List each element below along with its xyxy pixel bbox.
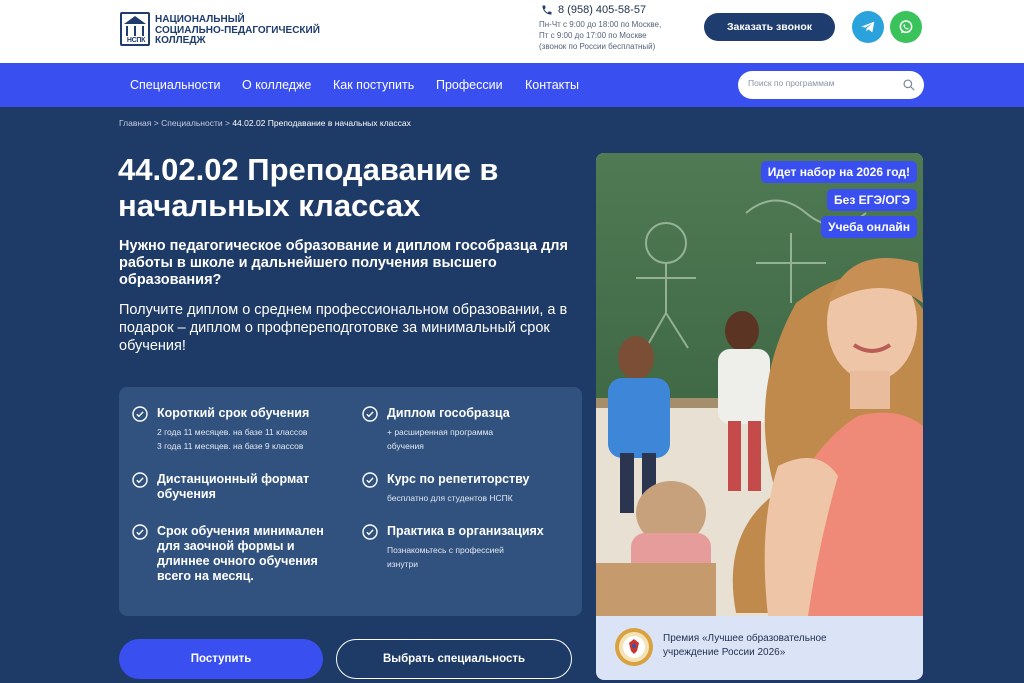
breadcrumb-home[interactable]: Главная — [119, 118, 151, 128]
breadcrumb-separator: > — [153, 118, 159, 128]
check-circle-icon — [362, 406, 378, 422]
phone-icon — [542, 5, 552, 15]
logo-abbr: НСПК — [126, 37, 146, 44]
award-emblem-icon — [615, 628, 653, 666]
check-circle-icon — [132, 524, 148, 540]
logo-roof — [124, 16, 146, 24]
no-exam-badge: Без ЕГЭ/ОГЭ — [827, 189, 917, 211]
college-name-line-1: Национальный — [155, 14, 245, 25]
apply-button[interactable]: Поступить — [119, 639, 323, 679]
hero-photo: Идет набор на 2026 год! Без ЕГЭ/ОГЭ Учеб… — [596, 153, 923, 616]
page-title-line-1: 44.02.02 Преподавание в — [118, 152, 499, 187]
page-subtitle: Нужно педагогическое образование и дипло… — [119, 238, 568, 288]
feature-desc: 2 года 11 месяцев. на базе 11 классов — [157, 427, 308, 437]
feature-desc: + расширенная программа — [387, 427, 494, 437]
feature-desc: 3 года 11 месяцев. на базе 9 классов — [157, 441, 304, 451]
features-panel: Короткий срок обучения 2 года 11 месяцев… — [119, 387, 582, 616]
feature-title: Практика в организациях — [387, 524, 544, 538]
check-circle-icon — [362, 472, 378, 488]
nav-item-admission[interactable]: Как поступить — [333, 78, 414, 92]
feature-desc: обучения — [387, 441, 424, 451]
nav-item-about[interactable]: О колледже — [242, 78, 311, 92]
college-name-line-3: колледж — [155, 35, 206, 46]
feature-desc: бесплатно для студентов НСПК — [387, 493, 513, 503]
hours-line-1: Пн-Чт с 9:00 до 18:00 по Москве, — [539, 20, 662, 29]
award-text: Премия «Лучшее образовательное учреждени… — [663, 632, 913, 660]
page-title: 44.02.02 Преподавание в начальных класса… — [118, 152, 588, 224]
enrollment-badge: Идет набор на 2026 год! — [760, 161, 917, 183]
feature-title: Срок обучения минимален для заочной форм… — [157, 524, 324, 583]
nav-item-professions[interactable]: Профессии — [436, 78, 503, 92]
telegram-button[interactable] — [852, 11, 884, 43]
page-lead: Получите диплом о среднем профессиональн… — [119, 302, 568, 354]
online-study-badge: Учеба онлайн — [821, 216, 917, 238]
check-circle-icon — [132, 472, 148, 488]
breadcrumb-current: 44.02.02 Преподавание в начальных класса… — [232, 118, 411, 128]
working-hours: Пн-Чт с 9:00 до 18:00 по Москве, Пт с 9:… — [539, 19, 661, 52]
feature-title: Курс по репетиторству — [387, 472, 530, 486]
choose-specialty-button[interactable]: Выбрать специальность — [336, 639, 572, 679]
page-title-line-2: начальных классах — [118, 188, 421, 223]
breadcrumb: Главная > Специальности > 44.02.02 Препо… — [119, 118, 411, 128]
callback-button[interactable]: Заказать звонок — [704, 13, 835, 41]
whatsapp-icon — [899, 20, 913, 34]
top-header: НСПК Национальный социально-педагогическ… — [0, 0, 1024, 63]
check-circle-icon — [362, 524, 378, 540]
award-line-2: учреждение России 2026» — [663, 647, 786, 658]
award-block: Премия «Лучшее образовательное учреждени… — [596, 616, 923, 680]
search-input[interactable] — [748, 78, 898, 88]
feature-title: Диплом гособразца — [387, 406, 510, 420]
phone-number[interactable]: 8 (958) 405-58-57 — [558, 4, 646, 16]
telegram-icon — [861, 21, 875, 33]
feature-desc: Познакомьтесь с профессией — [387, 545, 504, 555]
feature-title: Дистанционный формат обучения — [157, 472, 310, 501]
feature-title: Короткий срок обучения — [157, 406, 310, 420]
hours-line-2: Пт с 9:00 до 17:00 по Москве — [539, 31, 647, 40]
college-logo[interactable]: НСПК — [120, 12, 150, 46]
breadcrumb-separator: > — [224, 118, 230, 128]
hours-line-3: (звонок по России бесплатный) — [539, 42, 656, 51]
nav-item-contacts[interactable]: Контакты — [525, 78, 579, 92]
nav-item-specialties[interactable]: Специальности — [130, 78, 220, 92]
award-line-1: Премия «Лучшее образовательное — [663, 633, 827, 644]
college-name[interactable]: Национальный социально-педагогический ко… — [155, 14, 320, 47]
feature-desc: изнутри — [387, 559, 418, 569]
breadcrumb-specialties[interactable]: Специальности — [161, 118, 223, 128]
check-circle-icon — [132, 406, 148, 422]
main-nav: Специальности О колледже Как поступить П… — [0, 63, 1024, 107]
search-box — [738, 71, 924, 99]
logo-columns — [126, 26, 144, 36]
whatsapp-button[interactable] — [890, 11, 922, 43]
search-icon[interactable] — [902, 78, 916, 92]
